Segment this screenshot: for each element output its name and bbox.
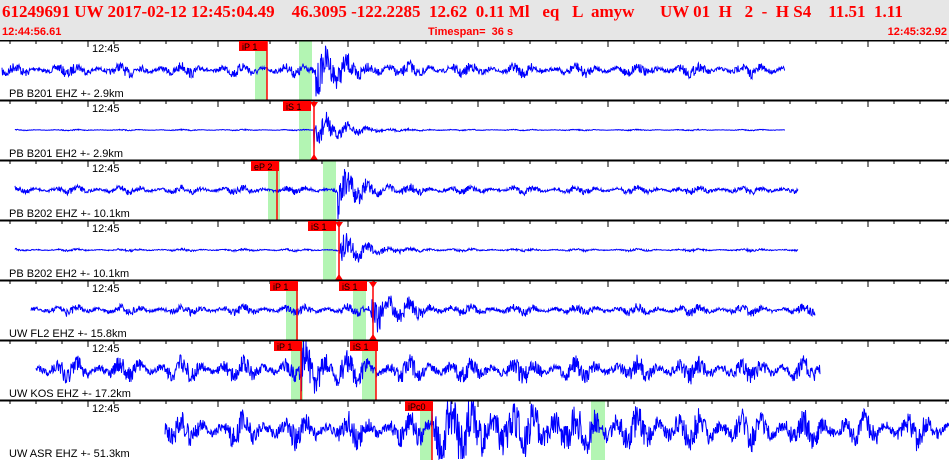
end-time: 12:45:32.92 bbox=[887, 26, 947, 38]
seismic-trace bbox=[14, 169, 799, 220]
channel-label[interactable]: UW FL2 EHZ +- 15.8km bbox=[9, 328, 127, 340]
channel-panel[interactable]: 12:45 PB B201 EH2 +- 2.9km iS 1 bbox=[0, 99, 949, 160]
pick-down-arrow-icon bbox=[335, 222, 343, 228]
channel-label[interactable]: UW ASR EHZ +- 51.3km bbox=[9, 448, 130, 460]
channel-label[interactable]: PB B201 EH2 +- 2.9km bbox=[9, 148, 123, 160]
channel-panel[interactable]: 12:45 UW KOS EHZ +- 17.2km iP 1 iS 1 bbox=[0, 339, 949, 400]
channel-label[interactable]: PB B202 EHZ +- 10.1km bbox=[9, 208, 130, 220]
seismic-trace bbox=[14, 233, 799, 263]
start-time: 12:44:56.61 bbox=[2, 26, 62, 38]
channel-panel[interactable]: 12:45 UW ASR EHZ +- 51.3km iPc0 bbox=[0, 399, 949, 460]
pick-down-arrow-icon bbox=[310, 102, 318, 108]
time-label: 12:45 bbox=[92, 163, 120, 175]
seismic-trace bbox=[35, 340, 821, 394]
pick-label: iS 1 bbox=[353, 342, 369, 352]
pick-label: iP 1 bbox=[273, 282, 288, 292]
pick-label: iP 1 bbox=[242, 42, 257, 52]
time-label: 12:45 bbox=[92, 343, 120, 355]
waveform-panels[interactable]: 12:45 PB B201 EHZ +- 2.9km iP 1 12:45 PB B20… bbox=[0, 40, 949, 460]
time-label: 12:45 bbox=[92, 283, 120, 295]
time-label: 12:45 bbox=[92, 43, 120, 55]
seismic-trace bbox=[30, 295, 816, 333]
time-label: 12:45 bbox=[92, 223, 120, 235]
time-label: 12:45 bbox=[92, 403, 120, 415]
event-summary: 61249691 UW 2017-02-12 12:45:04.49 46.30… bbox=[2, 2, 903, 21]
pick-up-arrow-icon bbox=[335, 274, 343, 280]
pick-label: iP 1 bbox=[277, 342, 292, 352]
pick-label: iS 1 bbox=[311, 222, 327, 232]
channel-panel[interactable]: 12:45 UW FL2 EHZ +- 15.8km iP 1 iS 1 bbox=[0, 279, 949, 340]
pick-down-arrow-icon bbox=[369, 282, 377, 288]
pick-up-arrow-icon bbox=[310, 154, 318, 160]
time-label: 12:45 bbox=[92, 103, 120, 115]
pick-label: iS 1 bbox=[342, 282, 358, 292]
pick-label: iS 1 bbox=[286, 102, 302, 112]
seismic-trace bbox=[164, 400, 949, 460]
channel-panel[interactable]: 12:45 PB B202 EHZ +- 10.1km eP 2 bbox=[0, 159, 949, 220]
event-header: 61249691 UW 2017-02-12 12:45:04.49 46.30… bbox=[0, 0, 949, 40]
channel-label[interactable]: PB B201 EHZ +- 2.9km bbox=[9, 88, 124, 100]
channel-panel[interactable]: 12:45 PB B201 EHZ +- 2.9km iP 1 bbox=[0, 40, 949, 100]
pick-label: eP 2 bbox=[254, 162, 272, 172]
channel-label[interactable]: PB B202 EH2 +- 10.1km bbox=[9, 268, 129, 280]
pick-up-arrow-icon bbox=[369, 334, 377, 340]
seismic-trace bbox=[14, 111, 785, 150]
pick-label: iPc0 bbox=[408, 402, 426, 412]
channel-panel[interactable]: 12:45 PB B202 EH2 +- 10.1km iS 1 bbox=[0, 219, 949, 280]
channel-label[interactable]: UW KOS EHZ +- 17.2km bbox=[9, 388, 131, 400]
timespan: Timespan= 36 s bbox=[428, 26, 514, 38]
